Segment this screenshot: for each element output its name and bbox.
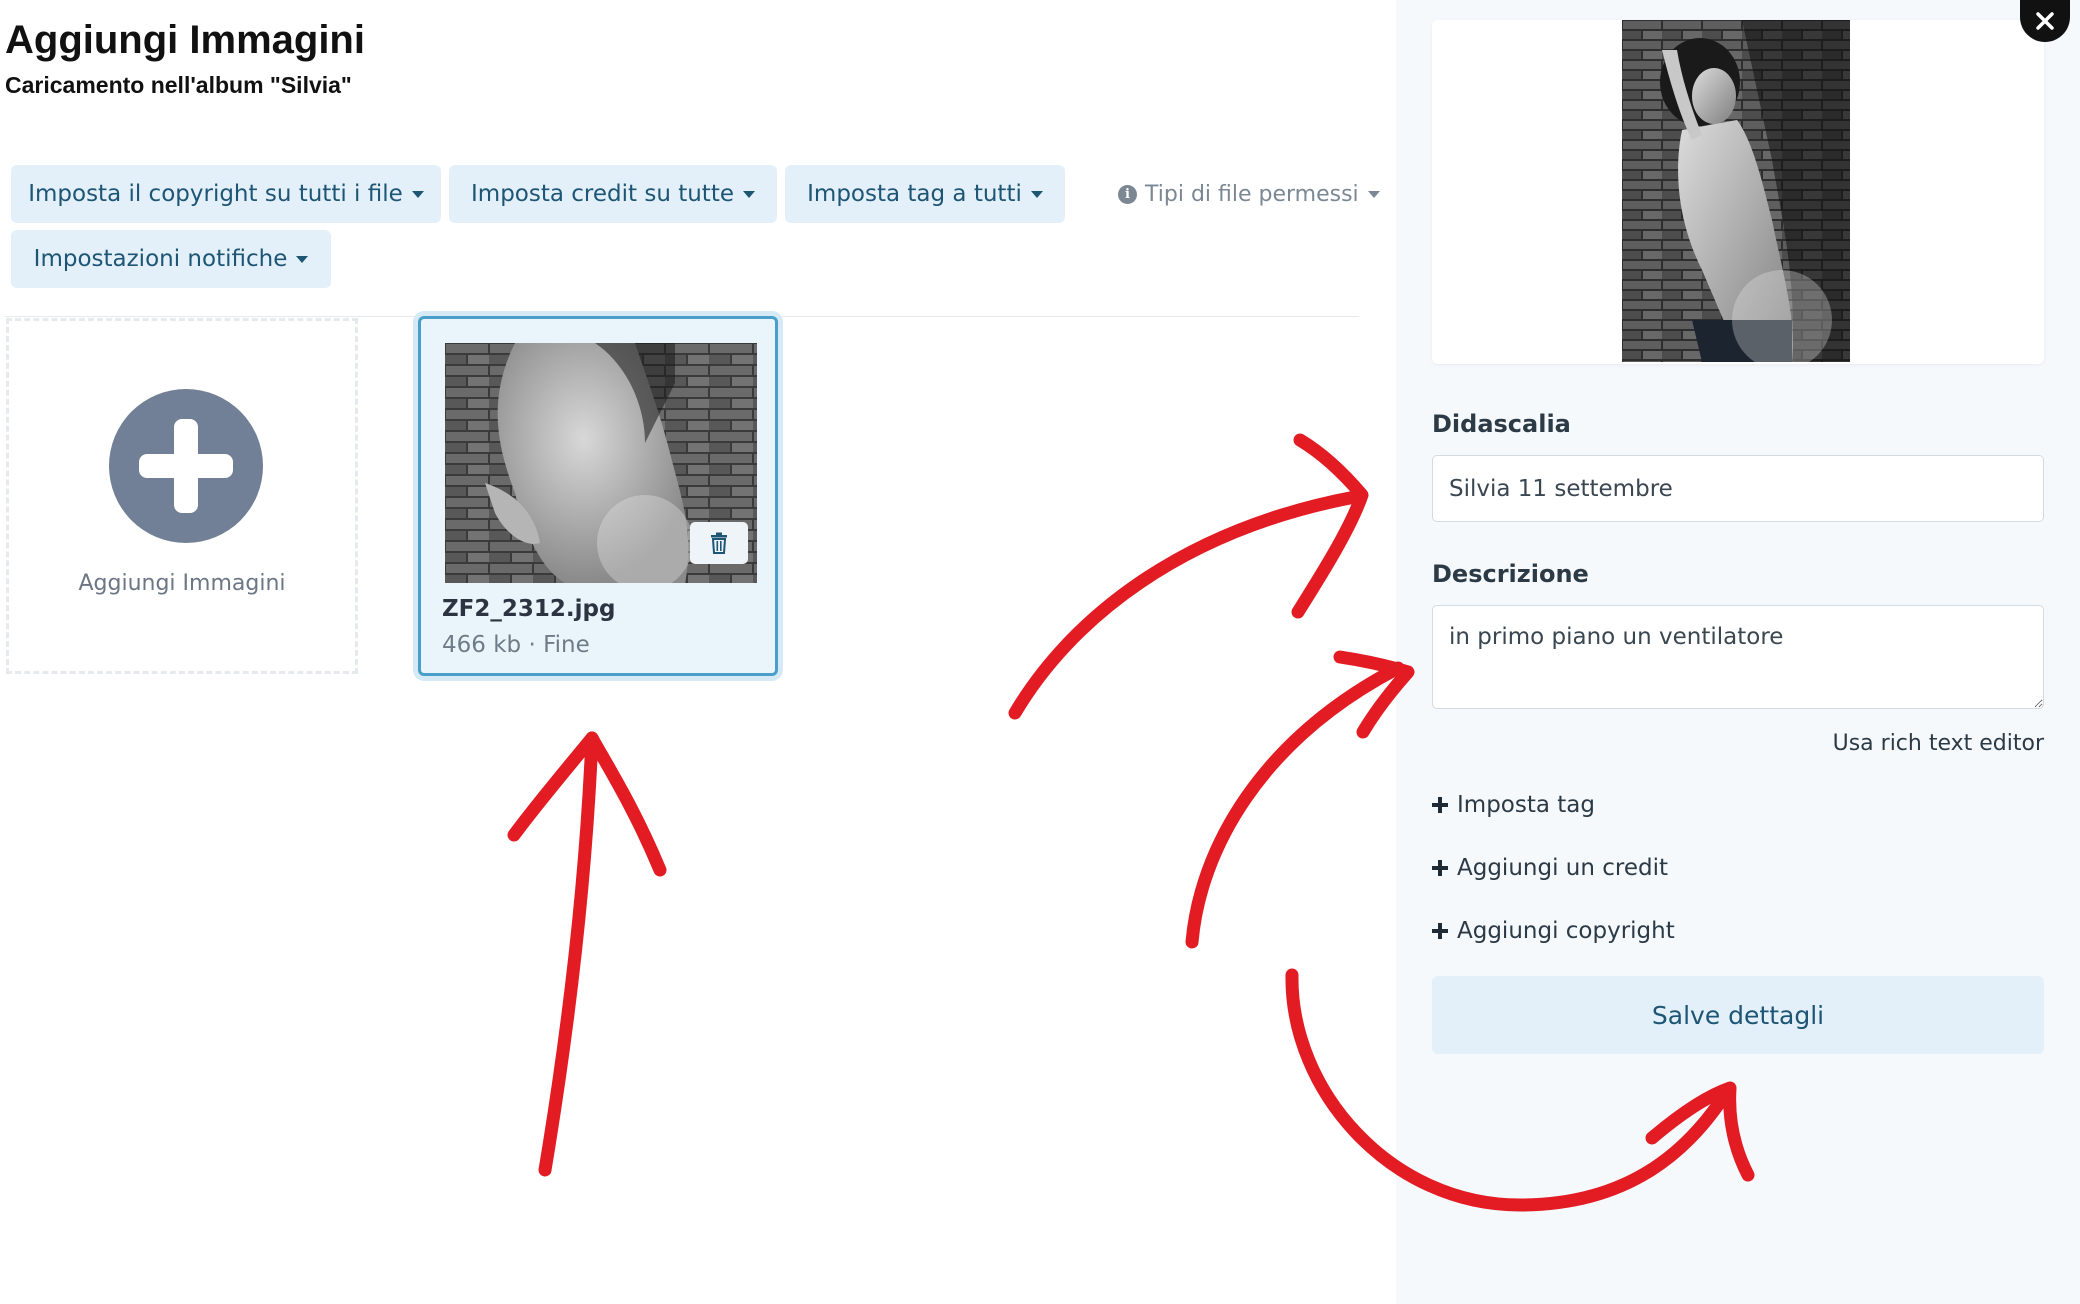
notification-settings-label: Impostazioni notifiche (33, 246, 288, 272)
image-preview-card (1432, 20, 2044, 364)
save-details-button[interactable]: Salve dettagli (1432, 976, 2044, 1054)
close-icon (2036, 12, 2054, 30)
plus-icon (1432, 797, 1448, 813)
add-images-label: Aggiungi Immagini (78, 571, 286, 596)
set-copyright-all-button[interactable]: Imposta il copyright su tutti i file (11, 165, 441, 223)
file-name: ZF2_2312.jpg (442, 596, 616, 622)
set-credit-all-button[interactable]: Imposta credit su tutte (449, 165, 777, 223)
set-credit-all-label: Imposta credit su tutte (471, 181, 734, 207)
caret-down-icon (742, 190, 755, 198)
upload-main-area: Aggiungi Immagini Caricamento nell'album… (0, 0, 1396, 1304)
caption-input[interactable] (1432, 455, 2044, 522)
details-panel: Didascalia Descrizione in primo piano un… (1396, 0, 2080, 1304)
caret-down-icon (411, 190, 424, 198)
caret-down-icon (1030, 190, 1043, 198)
set-copyright-all-label: Imposta il copyright su tutti i file (28, 181, 403, 207)
file-meta: 466 kb · Fine (442, 632, 590, 658)
plus-icon (1432, 860, 1448, 876)
plus-icon (1432, 923, 1448, 939)
delete-file-button[interactable] (690, 522, 748, 564)
allowed-file-types-label: Tipi di file permessi (1145, 181, 1359, 207)
set-tag-all-button[interactable]: Imposta tag a tutti (785, 165, 1065, 223)
image-preview (1622, 20, 1850, 362)
add-copyright-action[interactable]: Aggiungi copyright (1432, 918, 1675, 944)
trash-icon (711, 532, 727, 554)
use-rich-text-editor-link[interactable]: Usa rich text editor (1833, 731, 2044, 756)
set-tag-label: Imposta tag (1457, 792, 1595, 818)
add-credit-action[interactable]: Aggiungi un credit (1432, 855, 1668, 881)
description-label: Descrizione (1432, 560, 1589, 588)
notification-settings-button[interactable]: Impostazioni notifiche (11, 230, 331, 288)
save-details-label: Salve dettagli (1651, 1000, 1825, 1030)
description-textarea[interactable]: in primo piano un ventilatore (1432, 605, 2044, 709)
add-copyright-label: Aggiungi copyright (1457, 918, 1675, 944)
caret-down-icon (1367, 190, 1380, 198)
plus-circle-icon (109, 389, 263, 543)
caption-label: Didascalia (1432, 410, 1571, 438)
add-credit-label: Aggiungi un credit (1457, 855, 1668, 881)
page-title: Aggiungi Immagini (5, 18, 365, 62)
add-images-dropzone[interactable]: Aggiungi Immagini (6, 318, 358, 674)
file-card-selected[interactable] (418, 316, 778, 676)
allowed-file-types-dropdown[interactable]: i Tipi di file permessi (1118, 176, 1380, 212)
caret-down-icon (296, 255, 309, 263)
set-tag-action[interactable]: Imposta tag (1432, 792, 1595, 818)
set-tag-all-label: Imposta tag a tutti (807, 181, 1022, 207)
info-circle-icon: i (1118, 184, 1137, 204)
page-subtitle: Caricamento nell'album "Silvia" (5, 72, 352, 98)
